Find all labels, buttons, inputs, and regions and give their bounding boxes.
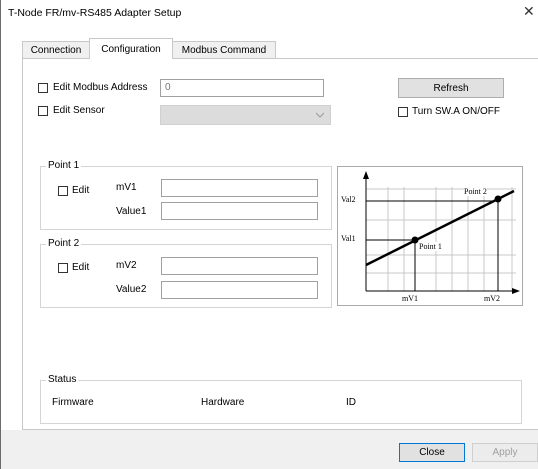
point2-edit-checkbox[interactable]: [58, 263, 68, 273]
value1-input[interactable]: [161, 202, 318, 220]
edit-modbus-address-label: Edit Modbus Address: [53, 82, 148, 93]
hardware-label: Hardware: [201, 397, 245, 408]
window-left-border: [0, 0, 1, 469]
refresh-button[interactable]: Refresh: [398, 78, 504, 98]
mv2-label: mV2: [116, 260, 137, 271]
window-title: T-Node FR/mv-RS485 Adapter Setup: [8, 7, 182, 19]
mv1-label: mV1: [116, 182, 137, 193]
mv1-graph-label: mV1: [402, 294, 418, 303]
panel-left-border: [22, 58, 23, 430]
point1-marker: [411, 236, 419, 244]
point1-edit-label: Edit: [72, 185, 90, 196]
close-button[interactable]: Close: [399, 443, 465, 462]
tab-modbus-command[interactable]: Modbus Command: [172, 41, 276, 58]
mv1-input[interactable]: [161, 179, 318, 197]
tab-connection[interactable]: Connection: [22, 41, 90, 58]
value1-label: Value1: [116, 206, 147, 217]
x-axis-arrow-icon: [512, 288, 520, 294]
value2-label: Value2: [116, 284, 147, 295]
firmware-label: Firmware: [52, 397, 94, 408]
mv2-input[interactable]: [161, 257, 318, 275]
modbus-address-input[interactable]: 0: [160, 79, 324, 97]
tab-configuration[interactable]: Configuration: [89, 38, 173, 59]
calibration-graph-svg: [363, 171, 520, 294]
sensor-select[interactable]: [160, 105, 331, 125]
status-group-title: Status: [46, 374, 79, 385]
status-group: [40, 380, 522, 424]
value2-input[interactable]: [161, 281, 318, 299]
mv2-graph-label: mV2: [484, 294, 500, 303]
chevron-down-icon: [316, 112, 324, 118]
edit-sensor-checkbox[interactable]: [38, 106, 48, 116]
point1-group: [40, 166, 332, 230]
val1-label: Val1: [341, 234, 356, 243]
point2-marker: [494, 195, 502, 203]
calibration-graph: Val2 Val1 Point 2 Point 1 mV1 mV2: [337, 166, 523, 306]
point2-edit-label: Edit: [72, 262, 90, 273]
y-axis-arrow-icon: [363, 171, 369, 179]
point1-group-title: Point 1: [46, 160, 82, 171]
id-label: ID: [346, 397, 356, 408]
turn-sw-label: Turn SW.A ON/OFF: [412, 106, 500, 117]
turn-sw-checkbox[interactable]: [398, 107, 408, 117]
point2-graph-label: Point 2: [464, 187, 487, 196]
close-window-icon[interactable]: ✕: [523, 4, 535, 18]
point1-graph-label: Point 1: [419, 242, 442, 251]
val2-label: Val2: [341, 195, 356, 204]
apply-button[interactable]: Apply: [472, 443, 538, 462]
edit-modbus-address-checkbox[interactable]: [38, 83, 48, 93]
point1-edit-checkbox[interactable]: [58, 186, 68, 196]
edit-sensor-label: Edit Sensor: [53, 105, 105, 116]
point2-group-title: Point 2: [46, 238, 82, 249]
